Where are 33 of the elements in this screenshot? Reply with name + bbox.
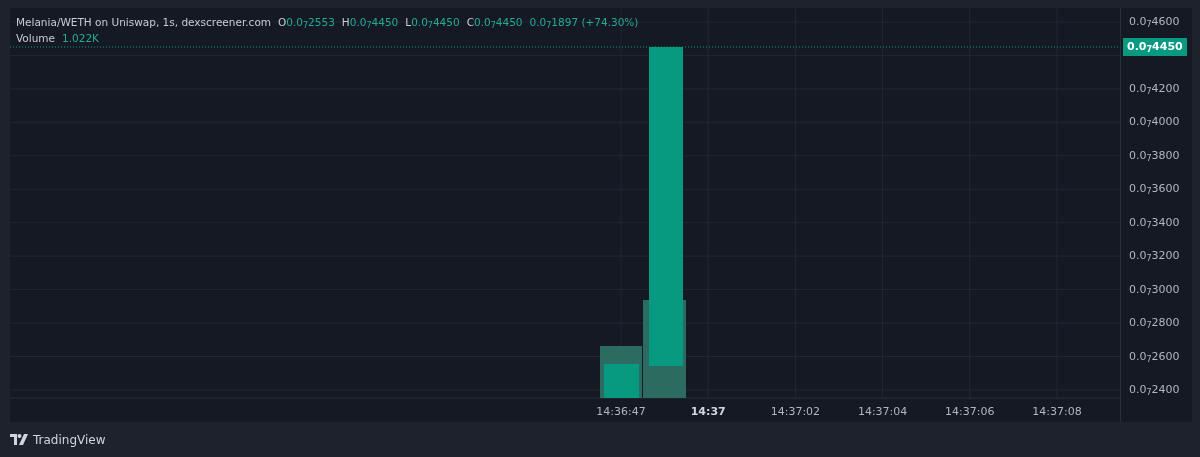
logo-icon [10,434,28,445]
time-label: 14:37:04 [857,405,908,418]
price-label: 0.0$_{7}$2600 [1129,348,1180,365]
ohlc-value: 0.0$_{7}$4450 [411,15,460,30]
price-label: 0.0$_{7}$2400 [1129,381,1180,398]
time-label: 14:37 [690,405,726,418]
volume-value: 1.022K [62,31,99,46]
time-label: 14:36:47 [596,405,646,418]
ohlc-key: H [341,14,350,30]
brand-name: TradingView [33,432,106,447]
price-label: 0.0$_{7}$3600 [1129,181,1180,198]
ohlc-key: L [405,14,412,30]
price-label: 0.0$_{7}$3400 [1129,214,1180,231]
time-label: 14:37:06 [945,405,995,418]
ohlc-key: O [278,14,287,30]
ohlc-value: 0.0$_{7}$2553 [286,15,335,30]
price-label: 0.0$_{7}$3800 [1129,147,1180,164]
chart-title: Melania/WETH on Uniswap, 1s, dexscreener.com [16,15,272,30]
price-change: 0.0$_{7}$1897 (+74.30%) [529,15,639,30]
price-label: 0.0$_{7}$3000 [1129,281,1180,298]
price-label: 0.0$_{7}$3200 [1129,248,1180,265]
time-label: 14:37:08 [1032,405,1082,418]
price-label: 0.0$_{7}$4200 [1129,80,1180,97]
ohlc-key: C [466,14,474,30]
ohlc-value: 0.0$_{7}$4450 [474,15,523,30]
candle [604,364,639,398]
price-label: 0.0$_{7}$4000 [1129,114,1180,131]
last-price-badge: 0.0$_{7}$4450 [1123,38,1187,56]
volume-label: Volume [16,31,56,46]
ohlc-value: 0.0$_{7}$4450 [349,15,399,30]
time-label: 14:37:02 [770,405,821,418]
price-label: 0.0$_{7}$4600 [1129,14,1180,30]
price-label: 0.0$_{7}$2800 [1129,315,1180,332]
